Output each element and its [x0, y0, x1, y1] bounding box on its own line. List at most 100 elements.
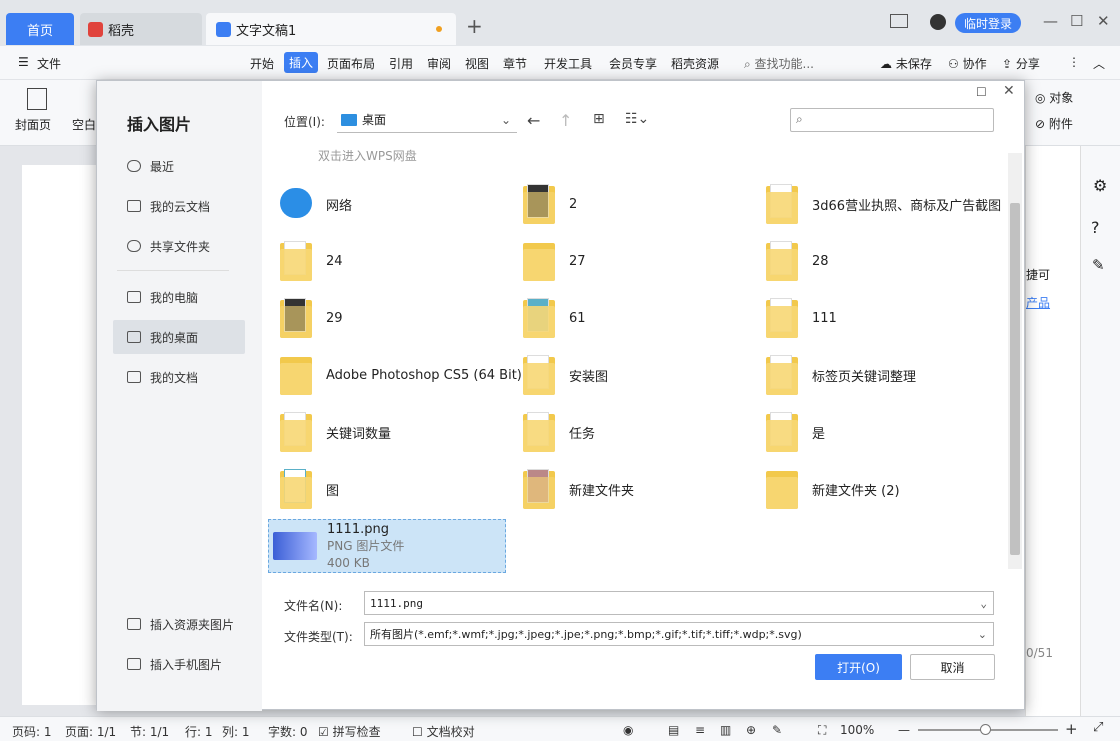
menu-chapter[interactable]: 章节 — [503, 55, 527, 72]
dialog-close-icon[interactable]: ✕ — [1003, 83, 1015, 99]
menu-file[interactable]: 文件 — [37, 55, 61, 72]
file-item[interactable]: 24 — [268, 234, 506, 288]
file-item[interactable]: 27 — [511, 234, 749, 288]
new-folder-icon[interactable]: ⊞ — [593, 111, 605, 127]
open-button[interactable]: 打开(O) — [815, 654, 902, 680]
web-view-icon[interactable]: ⊕ — [746, 723, 756, 737]
file-name: 是 — [812, 426, 826, 442]
file-item[interactable]: 111 — [754, 291, 992, 345]
scrollbar-thumb[interactable] — [1010, 203, 1020, 555]
filename-input[interactable]: 1111.png ⌄ — [364, 591, 994, 615]
panel-product-link[interactable]: 产品 — [1026, 294, 1050, 311]
nav-my-desktop[interactable]: 我的桌面 — [113, 320, 245, 354]
up-arrow-icon[interactable]: ↑ — [559, 111, 572, 130]
collapse-ribbon-icon[interactable]: ︿ — [1093, 55, 1105, 72]
more-icon[interactable]: ⋮ — [1068, 55, 1080, 69]
file-item[interactable]: 3d66营业执照、商标及广告截图 — [754, 177, 1001, 231]
menu-docer-resources[interactable]: 稻壳资源 — [671, 55, 719, 72]
nav-my-documents[interactable]: 我的文档 — [113, 360, 245, 394]
tab-home[interactable]: 首页 — [6, 13, 74, 45]
attach-button[interactable]: ⊘ 附件 — [1035, 115, 1073, 132]
nav-shared-folder[interactable]: 共享文件夹 — [113, 229, 245, 263]
new-tab-icon[interactable]: + — [466, 14, 483, 38]
menu-layout[interactable]: 页面布局 — [327, 55, 375, 72]
unsaved-button[interactable]: ☁ 未保存 — [880, 55, 932, 72]
window-list-icon[interactable] — [890, 14, 908, 28]
maximize-icon[interactable]: ☐ — [1070, 12, 1083, 30]
folder-icon — [280, 469, 312, 509]
file-item[interactable]: 新建文件夹 — [511, 462, 749, 516]
pen-icon[interactable]: ✎ — [772, 723, 782, 737]
avatar[interactable] — [930, 14, 946, 30]
wps-cloud-item[interactable]: 双击进入WPS网盘 — [318, 147, 417, 164]
object-button[interactable]: ◎ 对象 — [1035, 89, 1073, 106]
status-page[interactable]: 页码: 1 — [12, 723, 52, 740]
cover-page-button[interactable]: 封面页 — [15, 116, 51, 133]
dialog-nav-pane: 插入图片 最近 我的云文档 共享文件夹 我的电脑 我的桌面 我的文档 插入资源夹… — [97, 81, 262, 711]
view-mode-icon[interactable]: ☷⌄ — [625, 111, 649, 127]
file-item[interactable]: 安装图 — [511, 348, 749, 402]
zoom-out-icon[interactable]: — — [898, 723, 910, 737]
spell-check-button[interactable]: ☑ 拼写检查 — [318, 723, 381, 740]
file-item[interactable]: 28 — [754, 234, 992, 288]
attach-label: 附件 — [1048, 117, 1073, 131]
cube-icon — [127, 200, 141, 212]
file-item[interactable]: 是 — [754, 405, 992, 459]
outline-view-icon[interactable]: ≡ — [695, 723, 705, 737]
login-button[interactable]: 临时登录 — [955, 13, 1021, 33]
back-arrow-icon[interactable]: ← — [527, 111, 540, 130]
menu-references[interactable]: 引用 — [389, 55, 413, 72]
menu-devtools[interactable]: 开发工具 — [544, 55, 592, 72]
filetype-select[interactable]: 所有图片(*.emf;*.wmf;*.jpg;*.jpeg;*.jpe;*.pn… — [364, 622, 994, 646]
tools-icon[interactable]: ✎ — [1092, 256, 1105, 274]
share-button[interactable]: ⇪ 分享 — [1002, 55, 1040, 72]
document-page[interactable] — [22, 165, 97, 705]
hamburger-icon[interactable]: ☰ — [18, 55, 29, 69]
blank-page-button[interactable]: 空白 — [72, 116, 96, 133]
status-words[interactable]: 字数: 0 — [268, 723, 308, 740]
folder-icon — [523, 298, 555, 338]
menu-member[interactable]: 会员专享 — [609, 55, 657, 72]
fullscreen-icon[interactable]: ⤢ — [1093, 720, 1103, 735]
tab-docer[interactable]: 稻壳 — [80, 13, 202, 45]
search-function[interactable]: ⌕ 查找功能... — [744, 55, 814, 72]
file-item[interactable]: Adobe Photoshop CS5 (64 Bit) — [268, 348, 522, 402]
location-select[interactable]: 桌面 ⌄ — [337, 107, 517, 133]
nav-phone-pictures[interactable]: 插入手机图片 — [113, 647, 245, 681]
tab-document[interactable]: 文字文稿1 — [206, 13, 456, 45]
menu-insert[interactable]: 插入 — [284, 52, 319, 73]
fit-page-icon[interactable]: ⛶ — [818, 723, 826, 738]
selected-file-item[interactable]: 1111.png PNG 图片文件 400 KB — [268, 519, 506, 573]
minimize-icon[interactable]: — — [1043, 12, 1058, 30]
nav-my-computer[interactable]: 我的电脑 — [113, 280, 245, 314]
menu-view[interactable]: 视图 — [465, 55, 489, 72]
file-item[interactable]: 标签页关键词整理 — [754, 348, 992, 402]
page-view-icon[interactable]: ▤ — [668, 723, 679, 737]
settings-sliders-icon[interactable]: ⚙ — [1093, 176, 1107, 195]
file-item[interactable]: 29 — [268, 291, 506, 345]
cancel-button[interactable]: 取消 — [910, 654, 995, 680]
eye-icon[interactable]: ◉ — [623, 723, 633, 737]
proofread-button[interactable]: ☐ 文档校对 — [412, 723, 475, 740]
file-item[interactable]: 新建文件夹 (2) — [754, 462, 992, 516]
zoom-level[interactable]: 100% — [840, 723, 874, 737]
dialog-maximize-icon[interactable]: ☐ — [976, 85, 987, 99]
help-icon[interactable]: ? — [1091, 218, 1100, 237]
read-view-icon[interactable]: ▥ — [720, 723, 731, 737]
nav-recent[interactable]: 最近 — [113, 149, 245, 183]
zoom-slider-handle[interactable] — [980, 724, 991, 735]
file-item[interactable]: 61 — [511, 291, 749, 345]
file-item[interactable]: 任务 — [511, 405, 749, 459]
file-item[interactable]: 关键词数量 — [268, 405, 506, 459]
search-input[interactable]: ⌕ — [790, 108, 994, 132]
file-item[interactable]: 图 — [268, 462, 506, 516]
nav-cloud-docs[interactable]: 我的云文档 — [113, 189, 245, 223]
collab-button[interactable]: ⚇ 协作 — [948, 55, 987, 72]
menu-review[interactable]: 审阅 — [427, 55, 451, 72]
nav-resource-pictures[interactable]: 插入资源夹图片 — [113, 607, 245, 641]
zoom-in-icon[interactable]: + — [1065, 720, 1078, 738]
close-icon[interactable]: ✕ — [1097, 12, 1110, 30]
file-item[interactable]: 2 — [511, 177, 749, 231]
menu-start[interactable]: 开始 — [250, 55, 274, 72]
file-item[interactable]: 网络 — [268, 177, 506, 231]
